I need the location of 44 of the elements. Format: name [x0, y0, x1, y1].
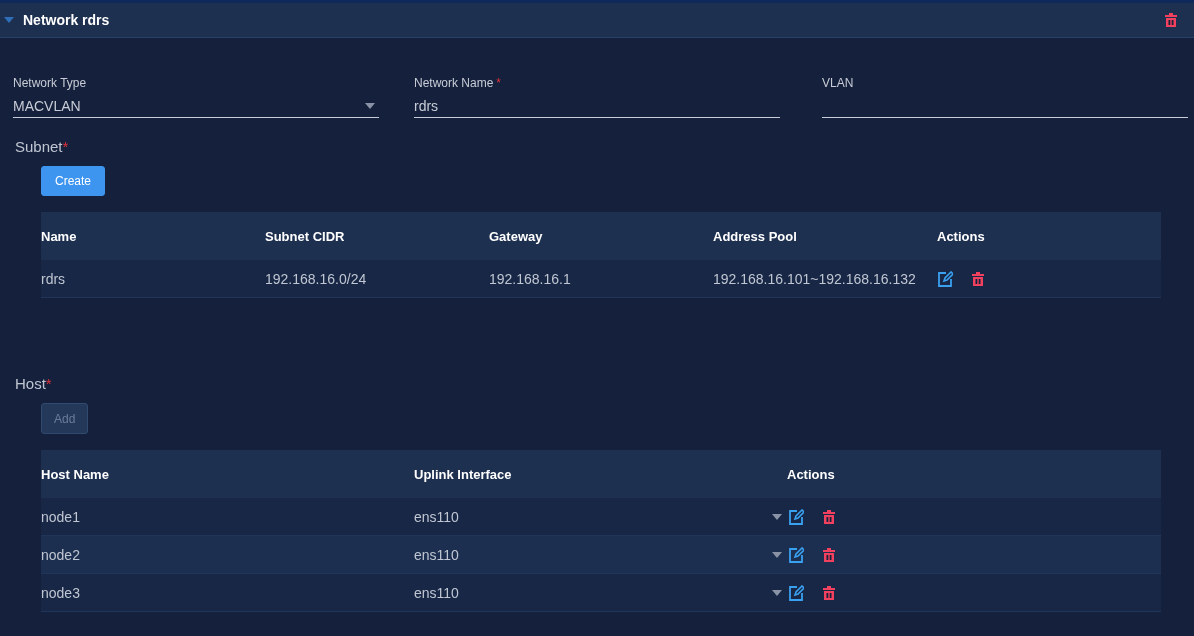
- table-cell-text: ens110: [414, 546, 460, 563]
- table-cell-text: node3: [41, 584, 81, 601]
- column-header: Gateway: [489, 228, 544, 244]
- table-cell-text: rdrs: [41, 270, 67, 287]
- edit-icon[interactable]: [937, 270, 953, 287]
- table-cell-text: 192.168.16.0/24: [265, 270, 368, 287]
- table-cell-text: node1: [41, 508, 81, 525]
- column-header: Address Pool: [713, 228, 798, 244]
- trash-icon[interactable]: [822, 508, 836, 525]
- input-field[interactable]: rdrs: [414, 94, 780, 118]
- column-header: Subnet CIDR: [265, 228, 346, 244]
- panel-title: Network rdrs: [23, 12, 110, 28]
- column-header: Name: [41, 228, 78, 244]
- trash-icon[interactable]: [822, 546, 836, 563]
- table-cell-text: node2: [41, 546, 81, 563]
- caret-icon[interactable]: [4, 17, 14, 23]
- column-header: Host Name: [41, 466, 110, 482]
- section-label: Host: [15, 375, 46, 392]
- panel-header[interactable]: Network rdrs: [0, 3, 1194, 38]
- column-header: Actions: [937, 228, 986, 244]
- required-mark: *: [45, 375, 52, 392]
- table-cell-text: ens110: [414, 508, 460, 525]
- table-cell-text: 192.168.16.101~192.168.16.132: [713, 270, 917, 287]
- required-mark: *: [62, 138, 69, 155]
- caret-icon[interactable]: [772, 589, 782, 596]
- column-header: Uplink Interface: [414, 466, 513, 482]
- table-cell-text: 192.168.16.1: [489, 270, 572, 287]
- trash-icon[interactable]: [1164, 12, 1178, 28]
- edit-icon[interactable]: [788, 546, 804, 563]
- caret-icon[interactable]: [772, 513, 782, 520]
- field-label: VLAN: [822, 76, 854, 90]
- required-mark: *: [496, 76, 502, 90]
- trash-icon[interactable]: [822, 584, 836, 601]
- section-label: Subnet: [15, 138, 63, 155]
- caret-icon[interactable]: [365, 102, 375, 109]
- caret-icon[interactable]: [772, 551, 782, 558]
- edit-icon[interactable]: [788, 508, 804, 525]
- edit-icon[interactable]: [788, 584, 804, 601]
- table-cell-text: ens110: [414, 584, 460, 601]
- dropdown-field[interactable]: MACVLAN: [13, 94, 379, 118]
- column-header: Actions: [787, 466, 836, 482]
- field-label: Network Name: [414, 76, 494, 90]
- trash-icon[interactable]: [971, 270, 985, 287]
- field-label: Network Type: [13, 76, 87, 90]
